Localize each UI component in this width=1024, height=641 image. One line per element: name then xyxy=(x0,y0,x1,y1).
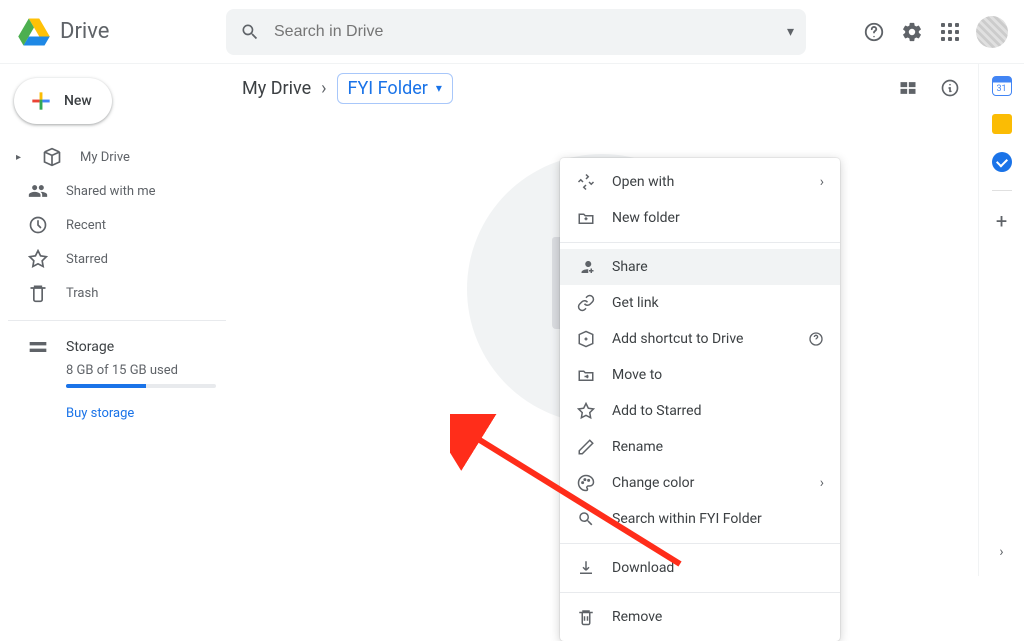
settings-gear-icon[interactable] xyxy=(900,20,924,44)
sidebar-item-recent[interactable]: Recent xyxy=(8,208,226,242)
menu-item-label: Change color xyxy=(612,475,694,491)
storage-meter xyxy=(66,384,216,388)
menu-add-shortcut[interactable]: Add shortcut to Drive xyxy=(560,321,840,357)
menu-item-label: Open with xyxy=(612,174,674,190)
sidebar-item-label: My Drive xyxy=(80,150,130,165)
menu-new-folder[interactable]: New folder xyxy=(560,200,840,236)
help-icon[interactable] xyxy=(808,331,824,347)
new-button-label: New xyxy=(64,93,92,109)
plus-icon xyxy=(28,88,54,114)
menu-item-label: Remove xyxy=(612,609,662,625)
keep-addon-icon[interactable] xyxy=(992,114,1012,134)
side-panel-divider xyxy=(992,190,1012,191)
storage-usage-text: 8 GB of 15 GB used xyxy=(66,363,206,378)
sidebar-item-storage[interactable]: Storage xyxy=(28,331,206,363)
palette-icon xyxy=(576,473,596,493)
side-panel: + › xyxy=(978,64,1024,576)
menu-item-label: Get link xyxy=(612,295,659,311)
folder-name: FYI Folder xyxy=(348,78,428,99)
chevron-right-icon: › xyxy=(820,475,824,491)
menu-item-label: Rename xyxy=(612,439,663,455)
chevron-right-icon: › xyxy=(321,78,326,99)
trash-icon xyxy=(28,283,48,303)
new-folder-icon xyxy=(576,208,596,228)
sidebar-item-label: Starred xyxy=(66,252,108,267)
shared-icon xyxy=(28,181,48,201)
chevron-down-icon: ▾ xyxy=(436,81,442,95)
google-apps-icon[interactable] xyxy=(938,20,962,44)
search-options-dropdown-icon[interactable]: ▾ xyxy=(787,24,794,40)
add-addon-icon[interactable]: + xyxy=(996,209,1007,233)
sidebar-item-starred[interactable]: Starred xyxy=(8,242,226,276)
shortcut-icon xyxy=(576,329,596,349)
sidebar-item-my-drive[interactable]: ▸ My Drive xyxy=(8,140,226,174)
new-button[interactable]: New xyxy=(14,78,112,124)
drive-logo-icon xyxy=(16,14,52,50)
move-icon xyxy=(576,365,596,385)
sidebar: New ▸ My Drive Shared with me Recent Sta… xyxy=(0,64,226,576)
menu-separator xyxy=(560,242,840,243)
chevron-right-icon: › xyxy=(820,174,824,190)
trash-icon xyxy=(576,607,596,627)
breadcrumb-current-folder[interactable]: FYI Folder ▾ xyxy=(337,73,453,104)
sidebar-divider xyxy=(8,320,226,321)
buy-storage-link[interactable]: Buy storage xyxy=(66,406,206,421)
folder-context-menu: Open with › New folder Share Get link Add… xyxy=(560,158,840,641)
menu-add-starred[interactable]: Add to Starred xyxy=(560,393,840,429)
menu-item-label: Add to Starred xyxy=(612,403,701,419)
share-icon xyxy=(576,257,596,277)
link-icon xyxy=(576,293,596,313)
menu-change-color[interactable]: Change color › xyxy=(560,465,840,501)
my-drive-icon xyxy=(42,147,62,167)
menu-item-label: Add shortcut to Drive xyxy=(612,331,743,347)
menu-download[interactable]: Download xyxy=(560,550,840,586)
menu-item-label: Share xyxy=(612,259,648,275)
account-avatar[interactable] xyxy=(976,16,1008,48)
menu-share[interactable]: Share xyxy=(560,249,840,285)
breadcrumb-toolbar: My Drive › FYI Folder ▾ xyxy=(226,64,978,112)
calendar-addon-icon[interactable] xyxy=(992,76,1012,96)
sidebar-item-trash[interactable]: Trash xyxy=(8,276,226,310)
menu-move-to[interactable]: Move to xyxy=(560,357,840,393)
app-header: Drive ▾ xyxy=(0,0,1024,64)
menu-separator xyxy=(560,592,840,593)
sidebar-item-shared[interactable]: Shared with me xyxy=(8,174,226,208)
download-icon xyxy=(576,558,596,578)
view-list-icon[interactable] xyxy=(896,76,920,100)
menu-item-label: Move to xyxy=(612,367,662,383)
rename-icon xyxy=(576,437,596,457)
logo-area[interactable]: Drive xyxy=(16,14,226,50)
menu-search-within[interactable]: Search within FYI Folder xyxy=(560,501,840,537)
search-icon xyxy=(238,20,262,44)
search-bar[interactable]: ▾ xyxy=(226,9,806,55)
menu-remove[interactable]: Remove xyxy=(560,599,840,635)
menu-get-link[interactable]: Get link xyxy=(560,285,840,321)
sidebar-item-label: Recent xyxy=(66,218,106,233)
menu-rename[interactable]: Rename xyxy=(560,429,840,465)
menu-item-label: Download xyxy=(612,560,674,576)
sidebar-item-label: Trash xyxy=(66,286,98,301)
expand-caret-icon[interactable]: ▸ xyxy=(16,152,24,163)
sidebar-item-label: Shared with me xyxy=(66,184,156,199)
breadcrumb-root[interactable]: My Drive xyxy=(242,78,311,99)
menu-item-label: New folder xyxy=(612,210,680,226)
open-with-icon xyxy=(576,172,596,192)
star-icon xyxy=(28,249,48,269)
help-icon[interactable] xyxy=(862,20,886,44)
tasks-addon-icon[interactable] xyxy=(992,152,1012,172)
app-name: Drive xyxy=(60,19,109,44)
details-info-icon[interactable] xyxy=(938,76,962,100)
storage-icon xyxy=(28,337,48,357)
main-content: My Drive › FYI Folder ▾ here " button. xyxy=(226,64,978,576)
menu-separator xyxy=(560,543,840,544)
recent-icon xyxy=(28,215,48,235)
search-icon xyxy=(576,509,596,529)
star-icon xyxy=(576,401,596,421)
search-input[interactable] xyxy=(274,23,779,41)
menu-open-with[interactable]: Open with › xyxy=(560,164,840,200)
menu-item-label: Search within FYI Folder xyxy=(612,511,762,527)
collapse-panel-icon[interactable]: › xyxy=(999,544,1003,560)
storage-label: Storage xyxy=(66,339,114,355)
